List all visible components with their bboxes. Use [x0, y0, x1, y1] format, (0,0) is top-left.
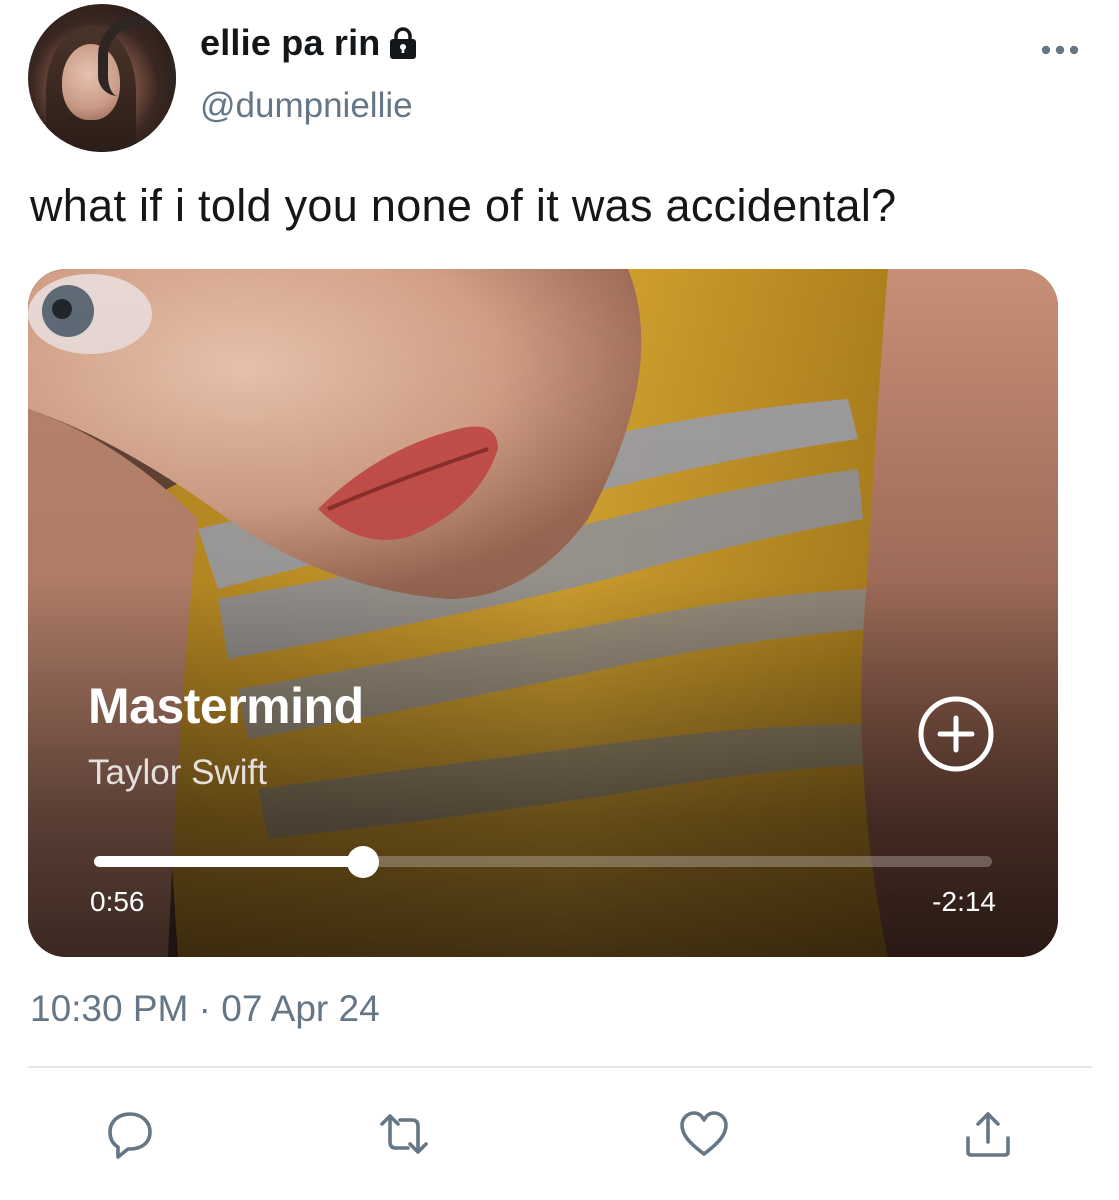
- display-name[interactable]: ellie pa rin: [200, 22, 380, 64]
- like-button[interactable]: [678, 1108, 730, 1160]
- tweet-text: what if i told you none of it was accide…: [30, 180, 897, 231]
- plus-circle-icon[interactable]: [916, 694, 996, 774]
- lock-icon: [390, 27, 417, 59]
- share-button[interactable]: [962, 1108, 1014, 1160]
- tweet-view: ellie pa rin @dumpniellie what if i told…: [0, 0, 1119, 1200]
- tweet-timestamp[interactable]: 10:30 PM · 07 Apr 24: [30, 988, 380, 1030]
- song-title: Mastermind: [88, 678, 364, 734]
- song-artist: Taylor Swift: [88, 753, 267, 792]
- more-options-icon[interactable]: [1040, 40, 1080, 60]
- retweet-button[interactable]: [378, 1108, 430, 1160]
- reply-icon: [108, 1112, 152, 1159]
- card-gradient-overlay: [28, 269, 1058, 957]
- heart-icon: [680, 1111, 728, 1156]
- playback-progress-bar[interactable]: [94, 846, 992, 878]
- share-icon: [966, 1112, 1010, 1157]
- time-elapsed: 0:56: [90, 886, 145, 917]
- avatar-headphones: [98, 16, 176, 96]
- name-row: ellie pa rin: [200, 22, 418, 64]
- music-media-card[interactable]: Mastermind Taylor Swift 0:56 -2:14: [28, 269, 1058, 957]
- user-handle[interactable]: @dumpniellie: [200, 86, 413, 126]
- reply-button[interactable]: [104, 1108, 156, 1160]
- time-remaining: -2:14: [932, 886, 996, 917]
- progress-fill: [94, 856, 364, 867]
- retweet-icon: [380, 1114, 428, 1154]
- divider: [28, 1066, 1092, 1068]
- avatar[interactable]: [28, 4, 176, 152]
